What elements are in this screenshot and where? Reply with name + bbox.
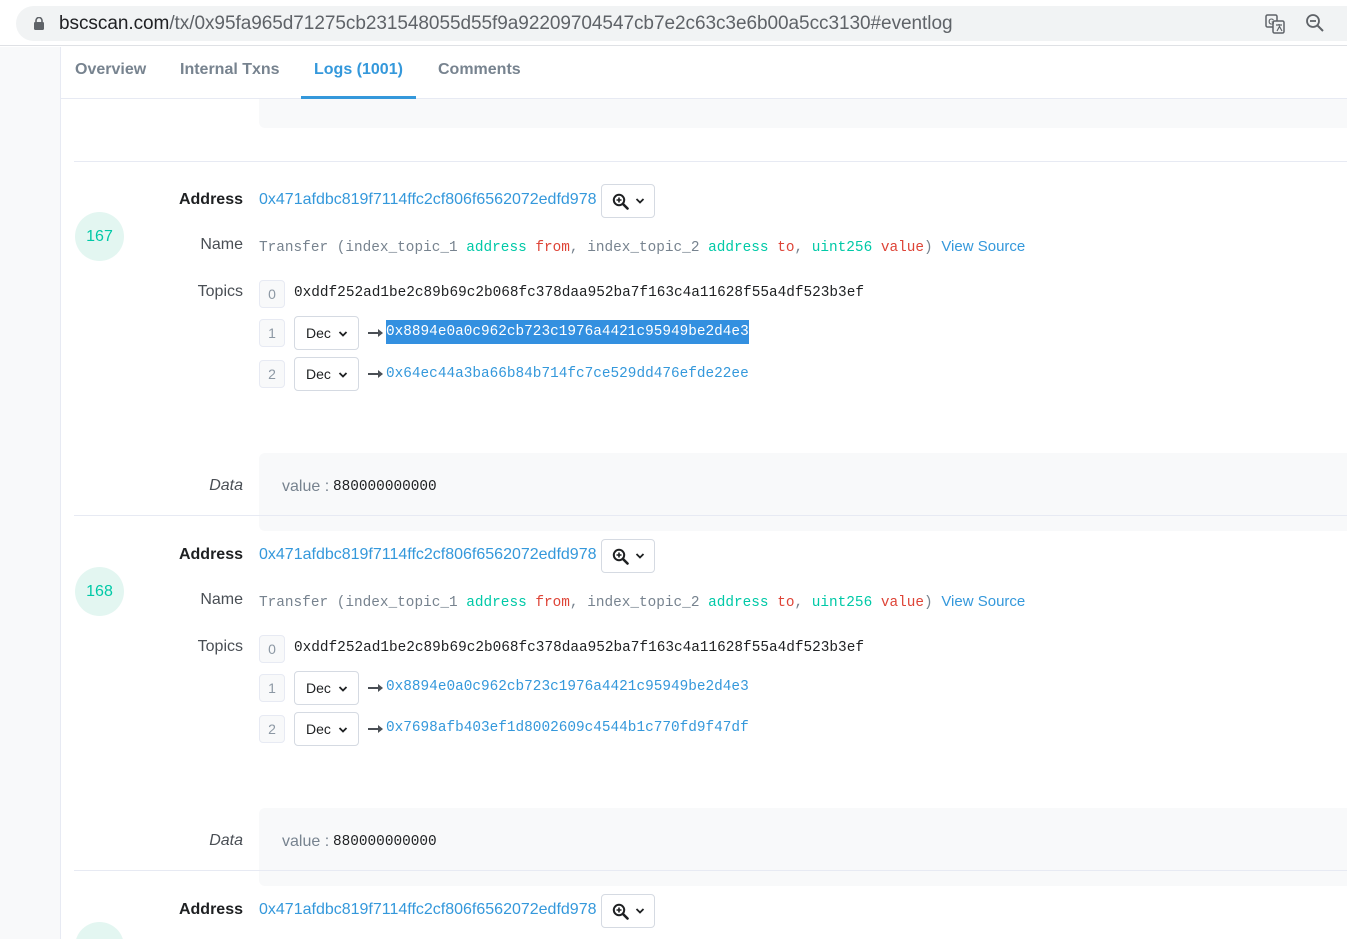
- log-entry: 168 Address 0x471afdbc819f7114ffc2cf806f…: [61, 536, 1347, 891]
- topic-0-value: 0xddf252ad1be2c89b69c2b068fc378daa952ba7…: [294, 285, 864, 301]
- browser-address-bar: bscscan.com/tx/0x95fa965d71275cb23154805…: [0, 0, 1347, 46]
- topic-1-address-link[interactable]: 0x8894e0a0c962cb723c1976a4421c95949be2d4…: [386, 320, 749, 344]
- topic-index: 2: [259, 360, 285, 388]
- tab-logs[interactable]: Logs (1001): [314, 61, 403, 79]
- log-data-box: value : 880000000000: [259, 808, 1347, 886]
- topic-format-select[interactable]: Dec: [294, 316, 359, 350]
- log-index-badge: 167: [75, 212, 124, 261]
- svg-text:G: G: [1268, 18, 1274, 27]
- topic-0-value: 0xddf252ad1be2c89b69c2b068fc378daa952ba7…: [294, 640, 864, 656]
- url-host: bscscan.com: [59, 13, 170, 34]
- topic-index: 2: [259, 715, 285, 743]
- topic-1-address-link[interactable]: 0x8894e0a0c962cb723c1976a4421c95949be2d4…: [386, 679, 749, 695]
- address-label: Address: [178, 901, 243, 918]
- topic-index: 1: [259, 674, 285, 702]
- log-index-badge: 169: [75, 922, 124, 939]
- arrow-right-icon: [368, 684, 383, 692]
- log-data-box: value : 880000000000: [259, 453, 1347, 531]
- log-separator: [74, 515, 1347, 516]
- address-lookup-button[interactable]: [601, 539, 655, 573]
- topic-format-select[interactable]: Dec: [294, 357, 359, 391]
- topic-index: 0: [259, 635, 285, 663]
- data-label: Data: [209, 477, 243, 494]
- log-address-link[interactable]: 0x471afdbc819f7114ffc2cf806f6562072edfd9…: [259, 546, 597, 564]
- chevron-down-icon: [635, 198, 645, 204]
- log-separator: [74, 870, 1347, 871]
- event-signature: Transfer (index_topic_1 address from, in…: [259, 593, 1026, 611]
- chevron-down-icon: [338, 331, 348, 337]
- data-value: 880000000000: [333, 834, 437, 850]
- page-left-gutter: [0, 47, 61, 939]
- log-entry: 167 Address 0x471afdbc819f7114ffc2cf806f…: [61, 181, 1347, 536]
- address-label: Address: [178, 191, 243, 208]
- tab-overview[interactable]: Overview: [75, 61, 146, 79]
- translate-icon[interactable]: G: [1265, 14, 1285, 34]
- transaction-card: Overview Internal Txns Logs (1001) Comme…: [61, 47, 1347, 939]
- topic-format-select[interactable]: Dec: [294, 671, 359, 705]
- topic-2-address-link[interactable]: 0x7698afb403ef1d8002609c4544b1c770fd9f47…: [386, 720, 749, 736]
- previous-log-data-box: [259, 99, 1347, 128]
- url-text[interactable]: bscscan.com/tx/0x95fa965d71275cb23154805…: [59, 13, 953, 35]
- omnibox[interactable]: bscscan.com/tx/0x95fa965d71275cb23154805…: [16, 6, 1347, 41]
- data-key: value :: [282, 833, 330, 850]
- arrow-right-icon: [368, 725, 383, 733]
- topic-index: 0: [259, 280, 285, 308]
- log-address-link[interactable]: 0x471afdbc819f7114ffc2cf806f6562072edfd9…: [259, 901, 597, 919]
- log-entry: 169 Address 0x471afdbc819f7114ffc2cf806f…: [61, 891, 1347, 939]
- chevron-down-icon: [338, 372, 348, 378]
- topics-label: Topics: [197, 638, 243, 655]
- chevron-down-icon: [635, 908, 645, 914]
- data-label: Data: [209, 832, 243, 849]
- address-lookup-button[interactable]: [601, 184, 655, 218]
- lock-icon[interactable]: [34, 17, 44, 30]
- log-index-badge: 168: [75, 567, 124, 616]
- topic-format-select[interactable]: Dec: [294, 712, 359, 746]
- url-path: /tx/0x95fa965d71275cb231548055d55f9a9220…: [169, 13, 953, 34]
- zoom-out-icon[interactable]: [1305, 13, 1325, 33]
- topic-index: 1: [259, 319, 285, 347]
- name-label: Name: [200, 591, 243, 608]
- zoom-in-icon: [612, 903, 629, 920]
- topics-label: Topics: [197, 283, 243, 300]
- topic-2-address-link[interactable]: 0x64ec44a3ba66b84b714fc7ce529dd476efde22…: [386, 366, 749, 382]
- view-source-link[interactable]: View Source: [941, 238, 1025, 255]
- tabs-bar: Overview Internal Txns Logs (1001) Comme…: [61, 47, 1347, 99]
- chevron-down-icon: [338, 686, 348, 692]
- arrow-right-icon: [368, 329, 383, 337]
- view-source-link[interactable]: View Source: [941, 593, 1025, 610]
- data-value: 880000000000: [333, 479, 437, 495]
- arrow-right-icon: [368, 370, 383, 378]
- tab-internal-txns[interactable]: Internal Txns: [180, 61, 280, 79]
- chevron-down-icon: [635, 553, 645, 559]
- zoom-in-icon: [612, 548, 629, 565]
- name-label: Name: [200, 236, 243, 253]
- tab-comments[interactable]: Comments: [438, 61, 521, 79]
- log-separator: [74, 161, 1347, 162]
- address-label: Address: [178, 546, 243, 563]
- chevron-down-icon: [338, 727, 348, 733]
- log-address-link[interactable]: 0x471afdbc819f7114ffc2cf806f6562072edfd9…: [259, 191, 597, 209]
- address-lookup-button[interactable]: [601, 894, 655, 928]
- data-key: value :: [282, 478, 330, 495]
- zoom-in-icon: [612, 193, 629, 210]
- event-signature: Transfer (index_topic_1 address from, in…: [259, 238, 1026, 256]
